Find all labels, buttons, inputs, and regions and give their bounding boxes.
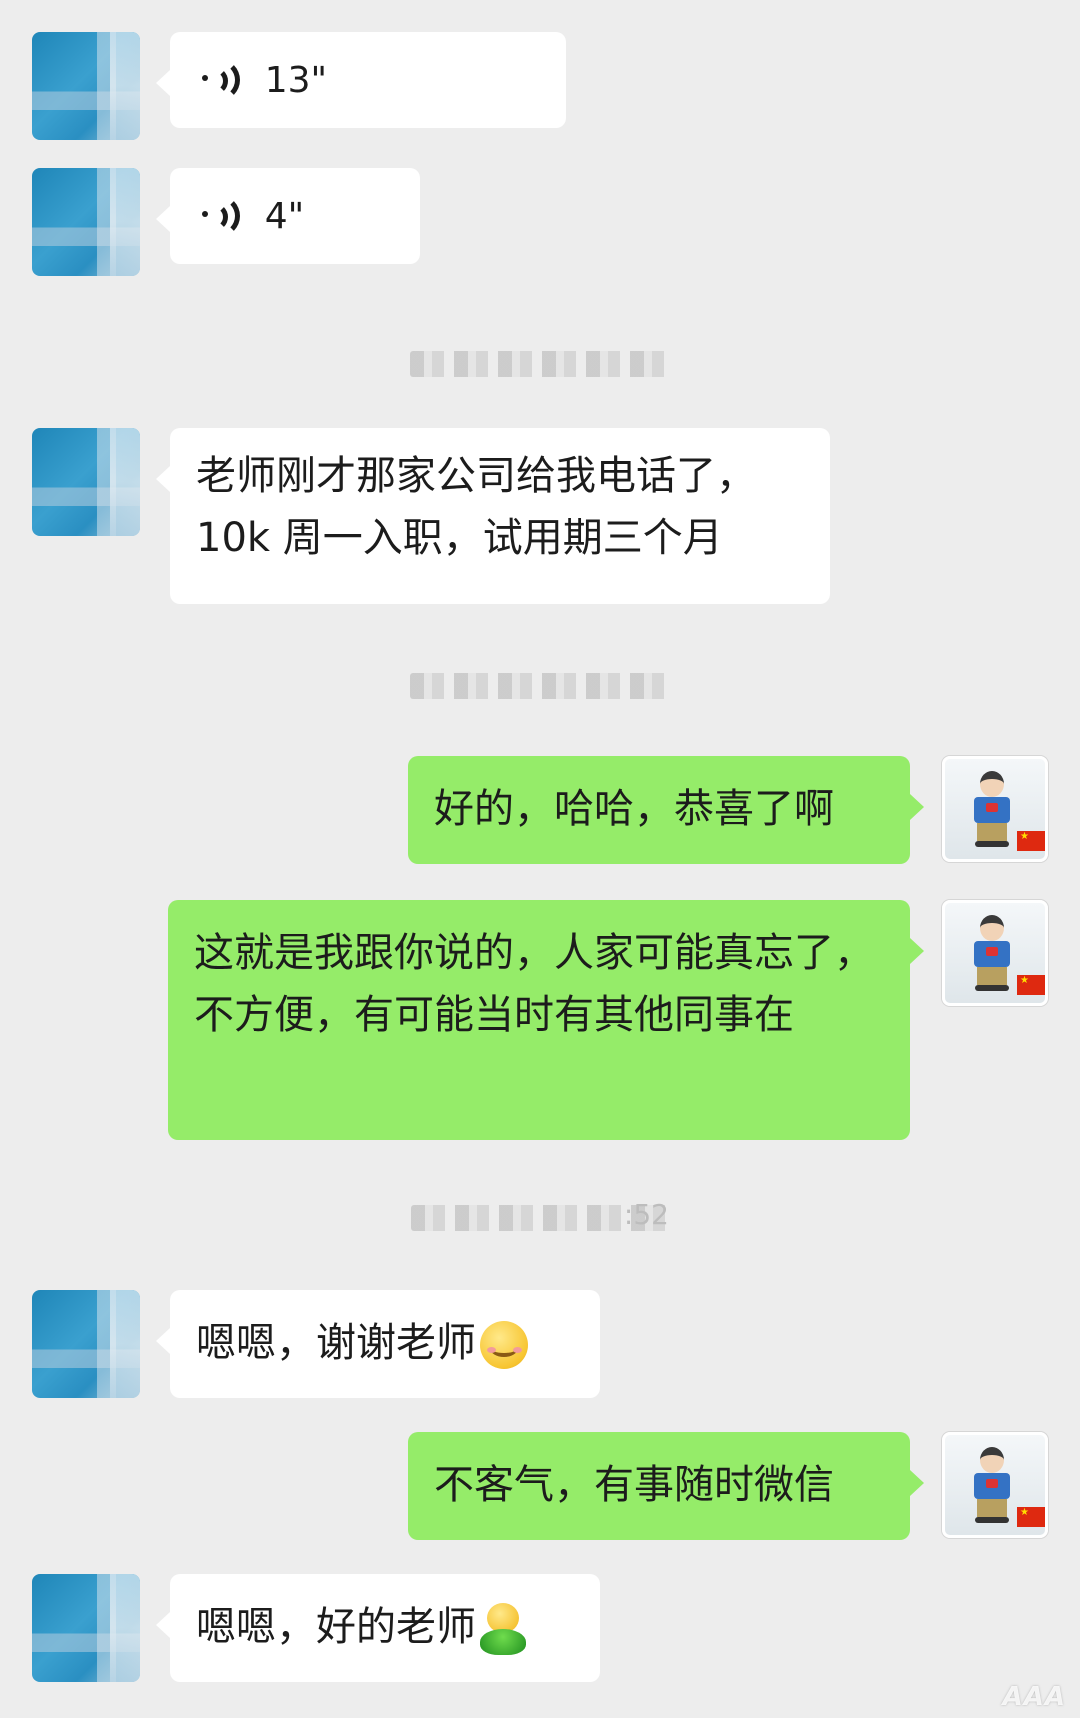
timestamp: [0, 342, 1080, 382]
contact-avatar[interactable]: [32, 168, 140, 276]
contact-avatar[interactable]: [32, 32, 140, 140]
green-bean-emoji-icon: [480, 1603, 526, 1655]
voice-duration: 13": [264, 60, 328, 101]
voice-wave-icon: [202, 195, 240, 237]
voice-duration: 4": [264, 196, 305, 237]
text-message-bubble[interactable]: 好的，哈哈，恭喜了啊: [408, 756, 924, 864]
my-avatar[interactable]: ★: [942, 1432, 1048, 1538]
china-flag-icon: ★: [1017, 975, 1045, 995]
message-text: 嗯嗯，谢谢老师: [196, 1320, 476, 1366]
chat-window: 13" 4" 老师刚才那家公司给我电话了，10k 周一入职，试用期三个月 ★ 好…: [0, 0, 1080, 1718]
voice-message-bubble[interactable]: 13": [156, 32, 566, 128]
watermark-logo: AAA: [1002, 1682, 1066, 1712]
text-message-bubble[interactable]: 这就是我跟你说的，人家可能真忘了，不方便，有可能当时有其他同事在: [168, 900, 924, 1140]
text-message-bubble[interactable]: 嗯嗯，谢谢老师: [156, 1290, 600, 1398]
contact-avatar[interactable]: [32, 1574, 140, 1682]
my-avatar[interactable]: ★: [942, 900, 1048, 1006]
message-text: 好的，哈哈，恭喜了啊: [434, 786, 834, 832]
contact-avatar[interactable]: [32, 428, 140, 536]
smile-emoji-icon: [480, 1321, 528, 1369]
blurred-timestamp: [410, 350, 670, 377]
voice-message-bubble[interactable]: 4": [156, 168, 420, 264]
my-avatar[interactable]: ★: [942, 756, 1048, 862]
timestamp: :52: [0, 1196, 1080, 1236]
china-flag-icon: ★: [1017, 831, 1045, 851]
contact-avatar[interactable]: [32, 1290, 140, 1398]
china-flag-icon: ★: [1017, 1507, 1045, 1527]
message-text: 这就是我跟你说的，人家可能真忘了，不方便，有可能当时有其他同事在: [194, 930, 874, 1038]
text-message-bubble[interactable]: 不客气，有事随时微信: [408, 1432, 924, 1540]
message-text: 不客气，有事随时微信: [434, 1462, 834, 1508]
text-message-bubble[interactable]: 老师刚才那家公司给我电话了，10k 周一入职，试用期三个月: [156, 428, 830, 604]
message-text: 老师刚才那家公司给我电话了，10k 周一入职，试用期三个月: [196, 453, 756, 561]
text-message-bubble[interactable]: 嗯嗯，好的老师: [156, 1574, 600, 1682]
timestamp-visible-text: :52: [623, 1197, 669, 1231]
timestamp: [0, 664, 1080, 704]
blurred-timestamp: [410, 672, 670, 699]
voice-wave-icon: [202, 59, 240, 101]
message-text: 嗯嗯，好的老师: [196, 1604, 476, 1650]
